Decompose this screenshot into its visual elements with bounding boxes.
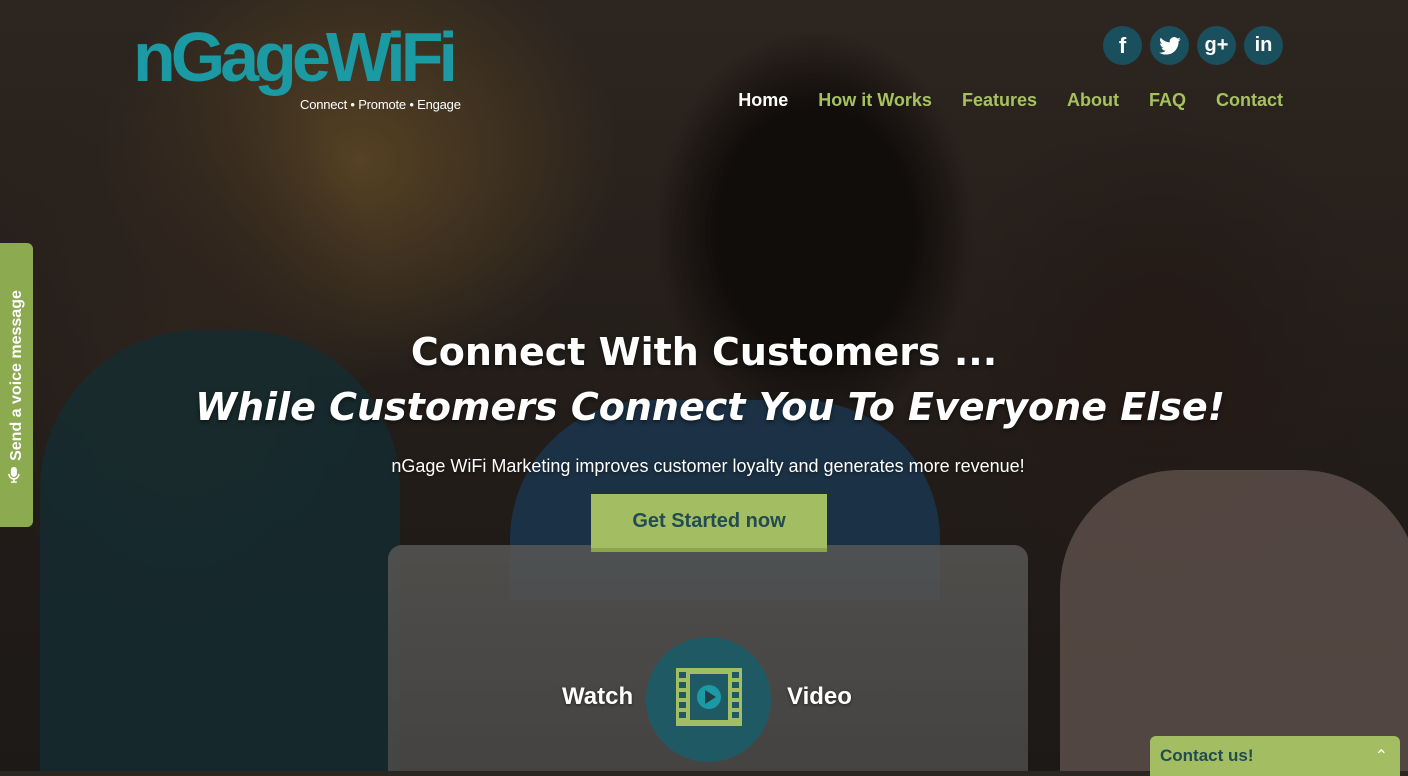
- chevron-up-icon: ⌃: [1374, 748, 1388, 765]
- site-logo[interactable]: nGageWiFi Connect • Promote • Engage: [133, 22, 473, 117]
- film-play-icon: [675, 668, 742, 731]
- hero-subheadline: While Customers Connect You To Everyone …: [195, 385, 1225, 429]
- hero-headline: Connect With Customers ...: [410, 330, 998, 374]
- nav-contact[interactable]: Contact: [1216, 90, 1283, 111]
- get-started-button[interactable]: Get Started now: [591, 494, 827, 552]
- nav-home[interactable]: Home: [738, 90, 788, 111]
- watch-label: Watch: [562, 683, 634, 710]
- main-nav: Home How it Works Features About FAQ Con…: [738, 90, 1283, 111]
- video-label: Video: [787, 683, 852, 710]
- nav-about[interactable]: About: [1067, 90, 1119, 111]
- watch-video-button[interactable]: [646, 637, 771, 762]
- hero-tagline: nGage WiFi Marketing improves customer l…: [391, 456, 1025, 476]
- nav-features[interactable]: Features: [962, 90, 1037, 111]
- nav-faq[interactable]: FAQ: [1149, 90, 1186, 111]
- logo-tagline: Connect • Promote • Engage: [300, 97, 461, 112]
- facebook-icon[interactable]: f: [1103, 26, 1142, 65]
- twitter-icon[interactable]: [1150, 26, 1189, 65]
- linkedin-icon[interactable]: in: [1244, 26, 1283, 65]
- contact-us-bar[interactable]: Contact us! ⌃: [1150, 736, 1400, 776]
- voice-tab-label: Send a voice message: [7, 289, 25, 461]
- logo-wordmark: nGageWiFi: [133, 18, 458, 96]
- social-links: f g+ in: [1103, 26, 1283, 65]
- contact-us-label: Contact us!: [1160, 746, 1254, 765]
- nav-how-it-works[interactable]: How it Works: [818, 90, 932, 111]
- google-plus-icon[interactable]: g+: [1197, 26, 1236, 65]
